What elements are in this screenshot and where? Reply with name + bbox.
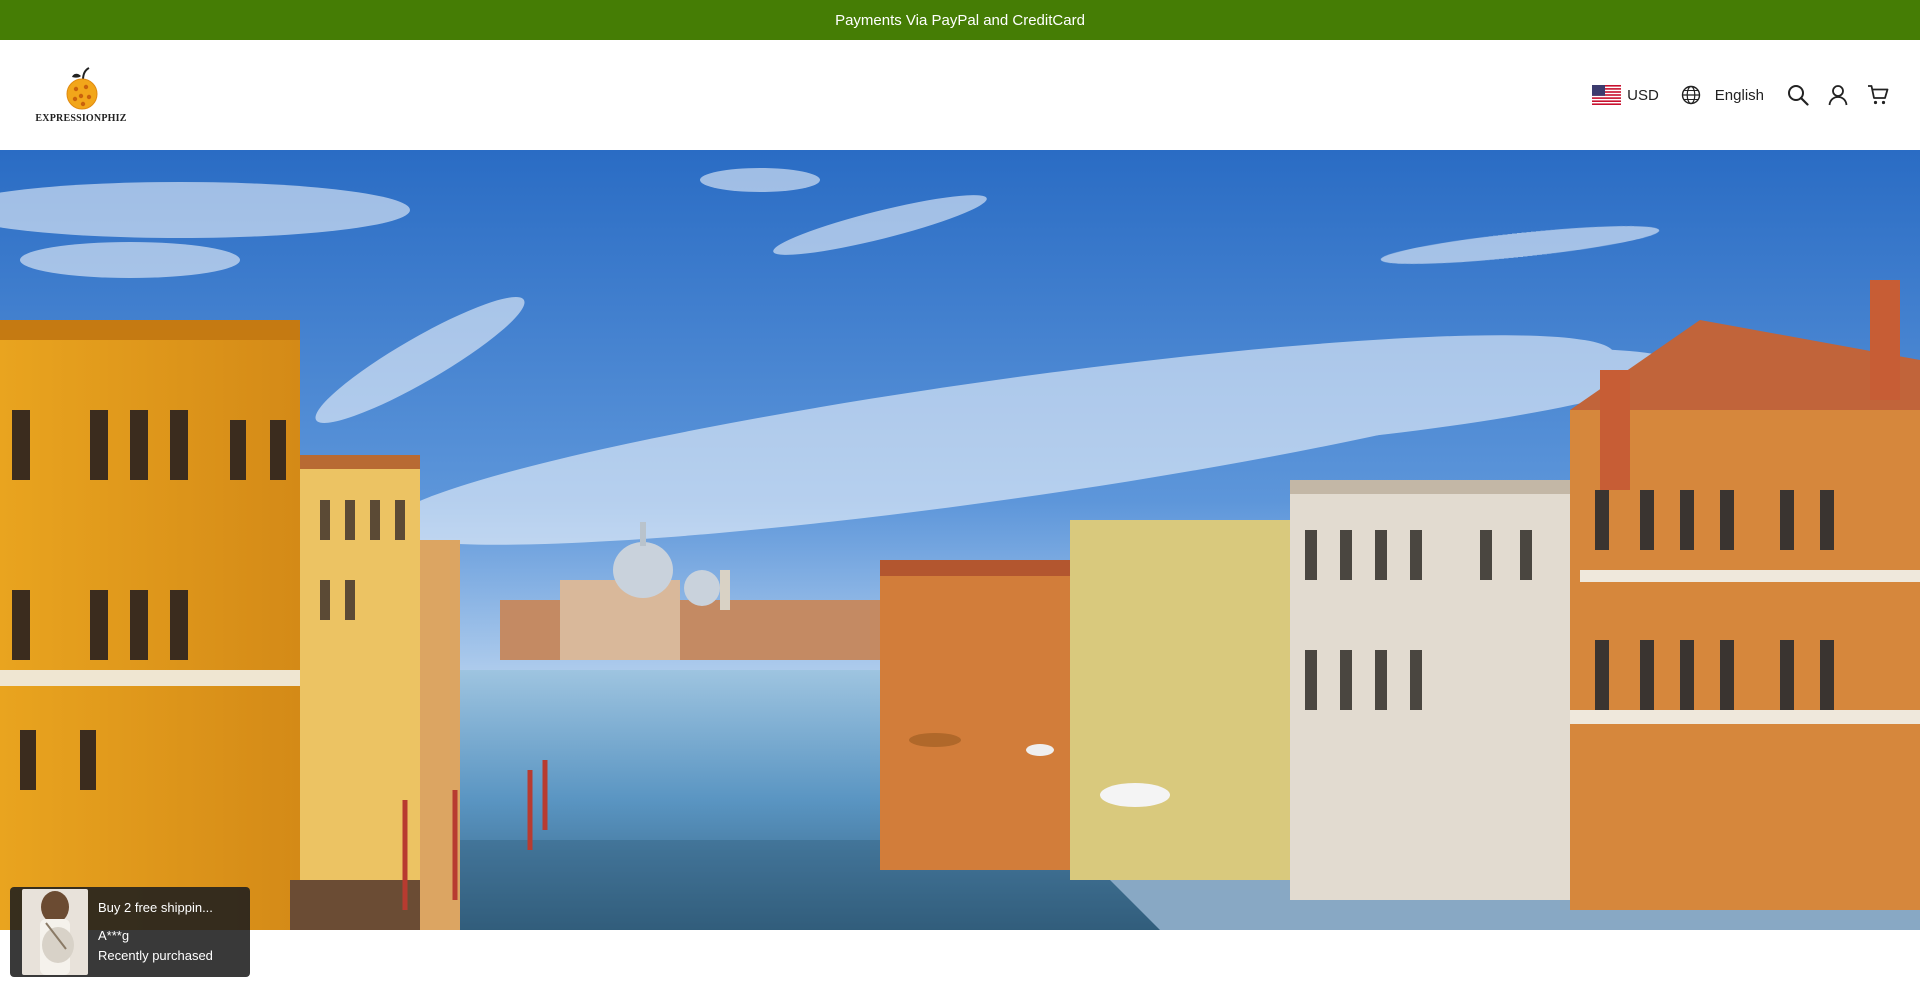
site-header: EXPRESSIONPHIZ USD English — [0, 40, 1920, 150]
popup-product-title: Buy 2 free shippin... — [98, 900, 213, 915]
currency-code: USD — [1627, 86, 1659, 104]
popup-status: Recently purchased — [98, 948, 213, 963]
language-selector[interactable]: English — [1681, 85, 1764, 105]
account-icon — [1828, 85, 1848, 106]
language-label: English — [1714, 86, 1764, 104]
orange-fruit-logo-icon — [66, 67, 98, 110]
cart-icon — [1868, 85, 1889, 105]
brand-logo[interactable]: EXPRESSIONPHIZ — [35, 66, 127, 124]
us-flag-icon — [1592, 85, 1622, 105]
account-button[interactable] — [1826, 83, 1850, 107]
popup-buyer: A***g — [98, 928, 130, 943]
venice-grand-canal-image — [0, 150, 1920, 930]
search-icon — [1788, 85, 1809, 106]
popup-text: Buy 2 free shippin... A***g Recently pur… — [98, 898, 213, 966]
hero-banner[interactable] — [0, 150, 1920, 930]
header-actions: USD English — [1592, 83, 1890, 107]
recent-purchase-popup[interactable]: Buy 2 free shippin... A***g Recently pur… — [10, 887, 250, 977]
cart-button[interactable] — [1866, 83, 1890, 107]
announcement-bar: Payments Via PayPal and CreditCard — [0, 0, 1920, 40]
search-button[interactable] — [1786, 83, 1810, 107]
announcement-text: Payments Via PayPal and CreditCard — [835, 11, 1085, 29]
globe-icon — [1681, 85, 1700, 105]
product-thumbnail — [22, 889, 88, 975]
currency-selector[interactable]: USD — [1592, 85, 1659, 105]
brand-name: EXPRESSIONPHIZ — [35, 113, 127, 124]
